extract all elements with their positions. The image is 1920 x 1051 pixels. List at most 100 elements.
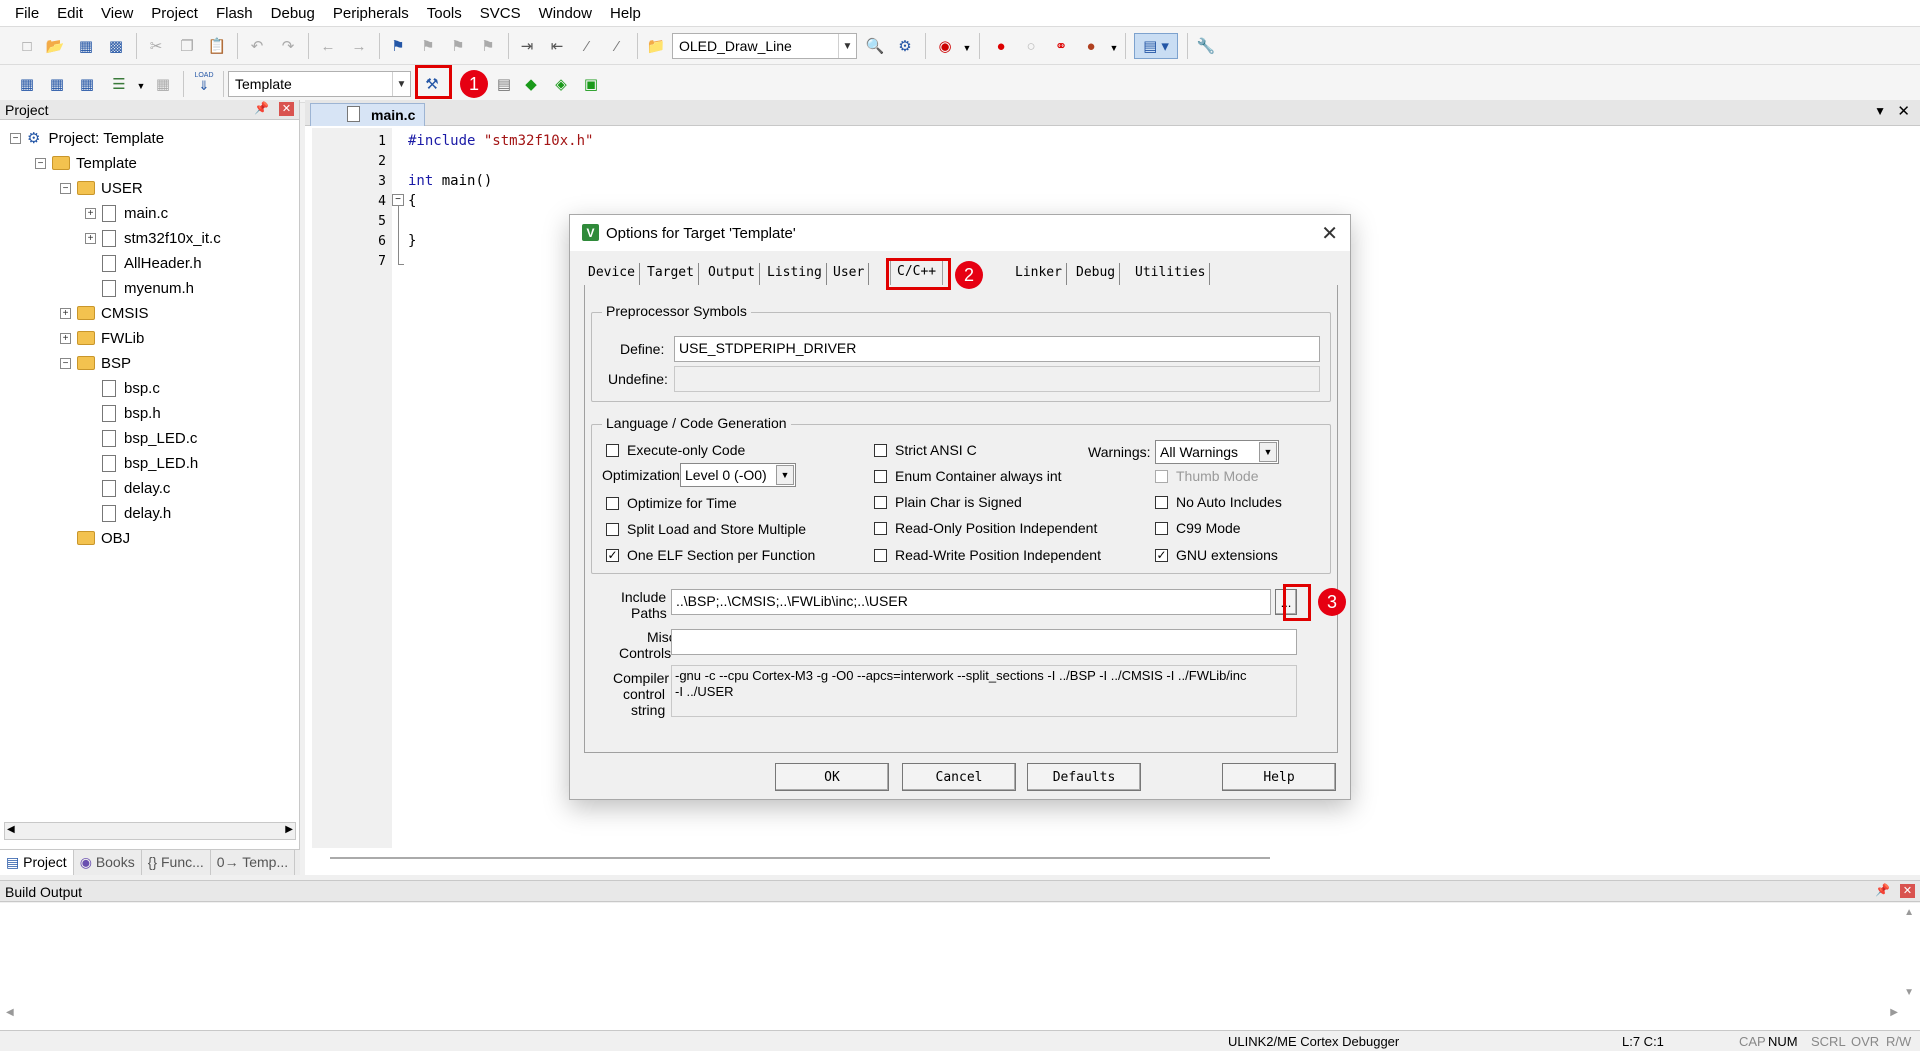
no-auto-includes-checkbox[interactable]: No Auto Includes [1155,494,1282,510]
strict-ansi-checkbox[interactable]: Strict ANSI C [874,442,977,458]
scroll-down-icon[interactable]: ▼ [1904,987,1914,998]
cancel-button[interactable]: Cancel [902,763,1016,791]
chevron-down-icon[interactable]: ▼ [1104,38,1124,58]
comment-icon[interactable]: ⁄ [577,36,597,56]
scroll-left-icon[interactable]: ◀ [6,1007,14,1018]
chevron-down-icon[interactable]: ▼ [131,76,151,96]
code-line-3[interactable]: int main() [408,173,492,189]
new-file-icon[interactable]: □ [17,36,37,56]
tree-project-root[interactable]: − ⚙ Project: Template [10,126,164,150]
build-output-pane[interactable]: ▲ ▼ ◀ ▶ [0,903,1920,1030]
disable-breakpoint-icon[interactable]: ○ [1021,36,1041,56]
tree-file[interactable]: bsp.c [102,376,160,400]
horizontal-scrollbar[interactable]: ◀ ▶ [4,822,296,840]
menu-debug[interactable]: Debug [262,5,324,22]
bookmark-icon[interactable]: ⚑ [388,36,408,56]
tab-device[interactable]: Device [584,263,640,285]
chevron-down-icon[interactable]: ▼ [776,465,794,485]
rw-position-independent-checkbox[interactable]: Read-Write Position Independent [874,547,1101,563]
enum-container-checkbox[interactable]: Enum Container always int [874,468,1062,484]
menu-flash[interactable]: Flash [207,5,262,22]
menu-svcs[interactable]: SVCS [471,5,530,22]
open-folder-icon[interactable]: 📂 [45,36,65,56]
clear-bookmarks-icon[interactable]: ⚑ [478,36,498,56]
close-icon[interactable]: ✕ [279,102,294,116]
scroll-right-icon[interactable]: ▶ [1890,1007,1898,1018]
load-icon[interactable]: LOAD ⇓ [193,72,215,92]
debug-session-icon[interactable]: ◉ [935,36,955,56]
tree-file[interactable]: bsp_LED.h [102,451,198,475]
breakpoint-icon[interactable]: ● [991,36,1011,56]
tree-file[interactable]: + main.c [85,201,168,225]
stop-build-icon[interactable]: ▦ [153,74,173,94]
editor-tab-main-c[interactable]: main.c [310,103,425,126]
help-button[interactable]: Help [1222,763,1336,791]
chevron-down-icon[interactable]: ▼ [838,34,856,58]
code-line-1[interactable]: #include "stm32f10x.h" [408,133,593,149]
tree-file[interactable]: delay.h [102,501,171,525]
manage-pack-icon[interactable]: ◆ [521,74,541,94]
gnu-extensions-checkbox[interactable]: ✓ GNU extensions [1155,547,1278,563]
kill-breakpoints-icon[interactable]: ● [1081,36,1101,56]
window-layout-icon[interactable]: ▤ ▾ [1134,33,1178,59]
close-icon[interactable]: ✕ [1900,884,1915,898]
menu-view[interactable]: View [92,5,142,22]
redo-icon[interactable]: ↷ [278,36,298,56]
close-icon[interactable]: ✕ [1321,221,1338,246]
defaults-button[interactable]: Defaults [1027,763,1141,791]
cut-icon[interactable]: ✂ [146,36,166,56]
find-combo[interactable]: OLED_Draw_Line ▼ [672,33,857,59]
manage-project-icon[interactable]: ▤ [494,74,514,94]
target-select[interactable]: Template ▼ [228,71,411,97]
misc-controls-input[interactable] [671,629,1297,655]
tab-listing[interactable]: Listing [763,263,827,285]
select-pack-icon[interactable]: ◈ [551,74,571,94]
chevron-down-icon[interactable]: ▼ [1874,104,1886,118]
code-line-6[interactable]: } [408,233,416,249]
fold-toggle-icon[interactable]: − [392,194,404,206]
tab-linker[interactable]: Linker [1011,263,1067,285]
tab-books[interactable]: ◉ Books [74,850,142,875]
code-line-4[interactable]: { [408,193,416,209]
scroll-up-icon[interactable]: ▲ [1904,907,1914,918]
c99-mode-checkbox[interactable]: C99 Mode [1155,520,1241,536]
chevron-down-icon[interactable]: ▼ [392,72,410,96]
menu-peripherals[interactable]: Peripherals [324,5,418,22]
run-time-env-icon[interactable]: ▣ [581,74,601,94]
tree-target[interactable]: − Template [35,151,137,175]
find-in-files-icon[interactable]: 📁 [646,36,666,56]
tab-output[interactable]: Output [704,263,760,285]
menu-project[interactable]: Project [142,5,207,22]
tree-group-bsp[interactable]: − BSP [60,351,131,375]
save-icon[interactable]: ▦ [76,36,96,56]
menu-file[interactable]: File [6,5,48,22]
disable-all-breakpoints-icon[interactable]: ⚭ [1051,36,1071,56]
tree-file[interactable]: myenum.h [102,276,194,300]
tab-templates[interactable]: 0→ Temp... [211,850,296,875]
undo-icon[interactable]: ↶ [247,36,267,56]
configure-icon[interactable]: 🔧 [1196,36,1216,56]
split-load-checkbox[interactable]: Split Load and Store Multiple [606,521,806,537]
menu-edit[interactable]: Edit [48,5,92,22]
tree-file[interactable]: delay.c [102,476,170,500]
indent-icon[interactable]: ⇥ [517,36,537,56]
next-bookmark-icon[interactable]: ⚑ [448,36,468,56]
tree-file[interactable]: AllHeader.h [102,251,202,275]
rebuild-icon[interactable]: ▦ [77,74,97,94]
tab-functions[interactable]: {} Func... [142,850,211,875]
one-elf-checkbox[interactable]: ✓ One ELF Section per Function [606,547,815,563]
translate-icon[interactable]: ▦ [17,74,37,94]
tree-file[interactable]: + stm32f10x_it.c [85,226,221,250]
close-icon[interactable]: ✕ [1897,102,1910,120]
tab-debug[interactable]: Debug [1072,263,1121,285]
ok-button[interactable]: OK [775,763,889,791]
tree-group-obj[interactable]: OBJ [77,526,130,550]
chevron-down-icon[interactable]: ▼ [957,38,977,58]
tab-utilities[interactable]: Utilities [1131,263,1211,285]
tab-user[interactable]: User [829,263,870,285]
ro-position-independent-checkbox[interactable]: Read-Only Position Independent [874,520,1097,536]
batch-build-icon[interactable]: ☰ [109,74,129,94]
menu-help[interactable]: Help [601,5,650,22]
chevron-down-icon[interactable]: ▼ [1259,442,1277,462]
optimization-select[interactable]: Level 0 (-O0) ▼ [680,463,796,487]
